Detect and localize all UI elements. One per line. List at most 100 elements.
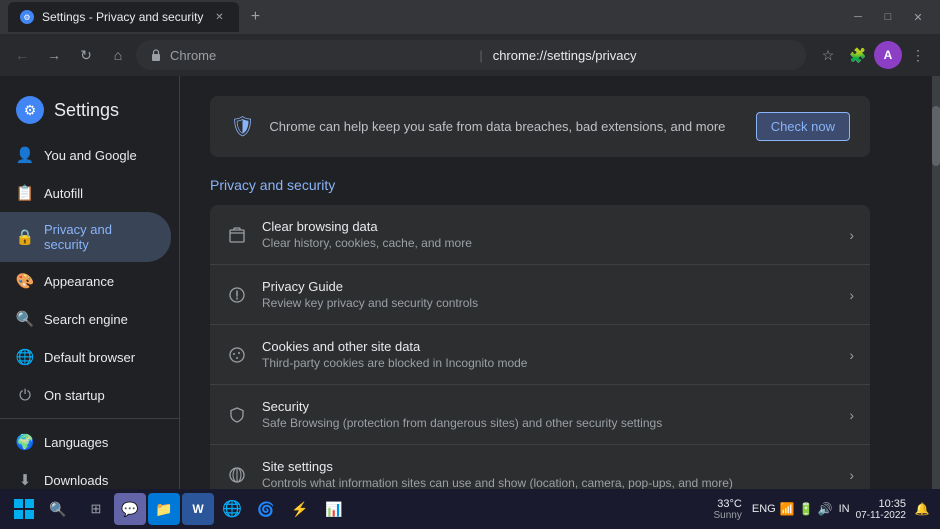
new-tab-button[interactable]: + — [243, 5, 267, 29]
banner-text: Chrome can help keep you safe from data … — [269, 119, 741, 134]
clear-browsing-chevron: › — [849, 227, 854, 243]
weather-temp: 33°C — [717, 498, 742, 510]
taskbar-app-chrome[interactable]: 🌐 — [216, 493, 248, 525]
taskbar-app-2[interactable]: ⚡ — [284, 493, 316, 525]
forward-button[interactable]: → — [40, 41, 68, 69]
site-settings-title: Site settings — [262, 459, 835, 474]
taskbar-apps: ⊞ 💬 📁 W 🌐 🌀 ⚡ 📊 — [80, 493, 350, 525]
notification-button[interactable]: 🔔 — [912, 499, 932, 519]
taskbar-clock[interactable]: 10:35 07-11-2022 — [856, 498, 906, 521]
appearance-icon: 🎨 — [16, 272, 34, 290]
sidebar-label-downloads: Downloads — [44, 473, 108, 488]
taskbar-app-explorer[interactable]: 📁 — [148, 493, 180, 525]
cookies-chevron: › — [849, 347, 854, 363]
privacy-guide-title: Privacy Guide — [262, 279, 835, 294]
sidebar-item-privacy-security[interactable]: 🔒 Privacy and security — [0, 212, 171, 262]
sidebar-item-autofill[interactable]: 📋 Autofill — [0, 174, 171, 212]
sidebar-item-appearance[interactable]: 🎨 Appearance — [0, 262, 171, 300]
site-settings-content: Site settings Controls what information … — [262, 459, 835, 490]
start-button[interactable] — [8, 493, 40, 525]
address-url: chrome://settings/privacy — [493, 48, 794, 63]
sidebar-item-on-startup[interactable]: ⏻ On startup — [0, 376, 171, 414]
sidebar-item-you-and-google[interactable]: 👤 You and Google — [0, 136, 171, 174]
lock-icon — [148, 47, 164, 63]
sidebar-label-on-startup: On startup — [44, 388, 105, 403]
refresh-button[interactable]: ↻ — [72, 41, 100, 69]
address-chrome-label: Chrome — [170, 48, 471, 63]
home-button[interactable]: ⌂ — [104, 41, 132, 69]
titlebar: ⚙ Settings - Privacy and security ✕ + ─ … — [0, 0, 940, 34]
security-desc: Safe Browsing (protection from dangerous… — [262, 416, 835, 430]
search-button[interactable]: 🔍 — [44, 495, 72, 523]
privacy-security-icon: 🔒 — [16, 228, 34, 246]
search-engine-icon: 🔍 — [16, 310, 34, 328]
sidebar-label-privacy-security: Privacy and security — [44, 222, 155, 252]
bookmark-button[interactable]: ☆ — [814, 41, 842, 69]
volume-icon: 🔊 — [818, 502, 833, 516]
sidebar: ⚙ Settings 👤 You and Google 📋 Autofill 🔒… — [0, 76, 180, 529]
lang-indicator[interactable]: ENG — [752, 503, 776, 515]
sidebar-title: Settings — [54, 100, 119, 121]
wifi-icon: 📶 — [780, 502, 795, 516]
privacy-guide-icon — [226, 284, 248, 306]
autofill-icon: 📋 — [16, 184, 34, 202]
shield-icon: 🛡 — [230, 114, 255, 139]
taskbar-icons: ENG 📶 🔋 🔊 — [752, 502, 833, 516]
privacy-guide-chevron: › — [849, 287, 854, 303]
taskbar-app-chat[interactable]: 💬 — [114, 493, 146, 525]
settings-item-privacy-guide[interactable]: Privacy Guide Review key privacy and sec… — [210, 265, 870, 325]
scroll-track — [932, 76, 940, 489]
security-content: Security Safe Browsing (protection from … — [262, 399, 835, 430]
taskbar: 🔍 ⊞ 💬 📁 W 🌐 🌀 ⚡ 📊 33°C Sunny ENG 📶 🔋 🔊 I… — [0, 489, 940, 529]
security-banner: 🛡 Chrome can help keep you safe from dat… — [210, 96, 870, 157]
tab-close-button[interactable]: ✕ — [211, 9, 227, 25]
scrollbar[interactable] — [932, 76, 940, 529]
cookies-desc: Third-party cookies are blocked in Incog… — [262, 356, 835, 370]
taskview-button[interactable]: ⊞ — [80, 493, 112, 525]
sidebar-label-appearance: Appearance — [44, 274, 114, 289]
clear-browsing-desc: Clear history, cookies, cache, and more — [262, 236, 835, 250]
taskbar-app-1[interactable]: 🌀 — [250, 493, 282, 525]
security-chevron: › — [849, 407, 854, 423]
settings-item-security[interactable]: Security Safe Browsing (protection from … — [210, 385, 870, 445]
main-layout: ⚙ Settings 👤 You and Google 📋 Autofill 🔒… — [0, 76, 940, 529]
sidebar-item-search-engine[interactable]: 🔍 Search engine — [0, 300, 171, 338]
sidebar-item-languages[interactable]: 🌍 Languages — [0, 423, 171, 461]
minimize-button[interactable]: ─ — [844, 7, 872, 27]
site-settings-desc: Controls what information sites can use … — [262, 476, 835, 490]
sidebar-header: ⚙ Settings — [0, 84, 179, 136]
content-inner: 🛡 Chrome can help keep you safe from dat… — [180, 76, 900, 529]
you-and-google-icon: 👤 — [16, 146, 34, 164]
menu-button[interactable]: ⋮ — [904, 41, 932, 69]
check-now-button[interactable]: Check now — [756, 112, 850, 141]
sidebar-label-languages: Languages — [44, 435, 108, 450]
active-tab[interactable]: ⚙ Settings - Privacy and security ✕ — [8, 2, 239, 32]
clock-time: 10:35 — [856, 498, 906, 510]
content-area: 🛡 Chrome can help keep you safe from dat… — [180, 76, 932, 529]
address-bar[interactable]: Chrome | chrome://settings/privacy — [136, 40, 806, 70]
extensions-button[interactable]: 🧩 — [844, 41, 872, 69]
clock-date: 07-11-2022 — [856, 510, 906, 521]
security-title: Security — [262, 399, 835, 414]
settings-item-cookies[interactable]: Cookies and other site data Third-party … — [210, 325, 870, 385]
weather-widget: 33°C Sunny — [714, 498, 742, 521]
sidebar-label-search-engine: Search engine — [44, 312, 128, 327]
close-button[interactable]: ✕ — [904, 7, 932, 27]
taskbar-app-3[interactable]: 📊 — [318, 493, 350, 525]
settings-item-clear-browsing[interactable]: Clear browsing data Clear history, cooki… — [210, 205, 870, 265]
sidebar-divider — [0, 418, 179, 419]
back-button[interactable]: ← — [8, 41, 36, 69]
cookies-content: Cookies and other site data Third-party … — [262, 339, 835, 370]
taskbar-app-word[interactable]: W — [182, 493, 214, 525]
downloads-icon: ⬇ — [16, 471, 34, 489]
sidebar-item-default-browser[interactable]: 🌐 Default browser — [0, 338, 171, 376]
maximize-button[interactable]: □ — [874, 7, 902, 27]
settings-logo: ⚙ — [16, 96, 44, 124]
clear-browsing-icon — [226, 224, 248, 246]
profile-button[interactable]: A — [874, 41, 902, 69]
privacy-guide-desc: Review key privacy and security controls — [262, 296, 835, 310]
weather-condition: Sunny — [714, 510, 742, 521]
on-startup-icon: ⏻ — [16, 386, 34, 404]
taskbar-in-label: IN — [839, 503, 850, 515]
site-settings-chevron: › — [849, 467, 854, 483]
